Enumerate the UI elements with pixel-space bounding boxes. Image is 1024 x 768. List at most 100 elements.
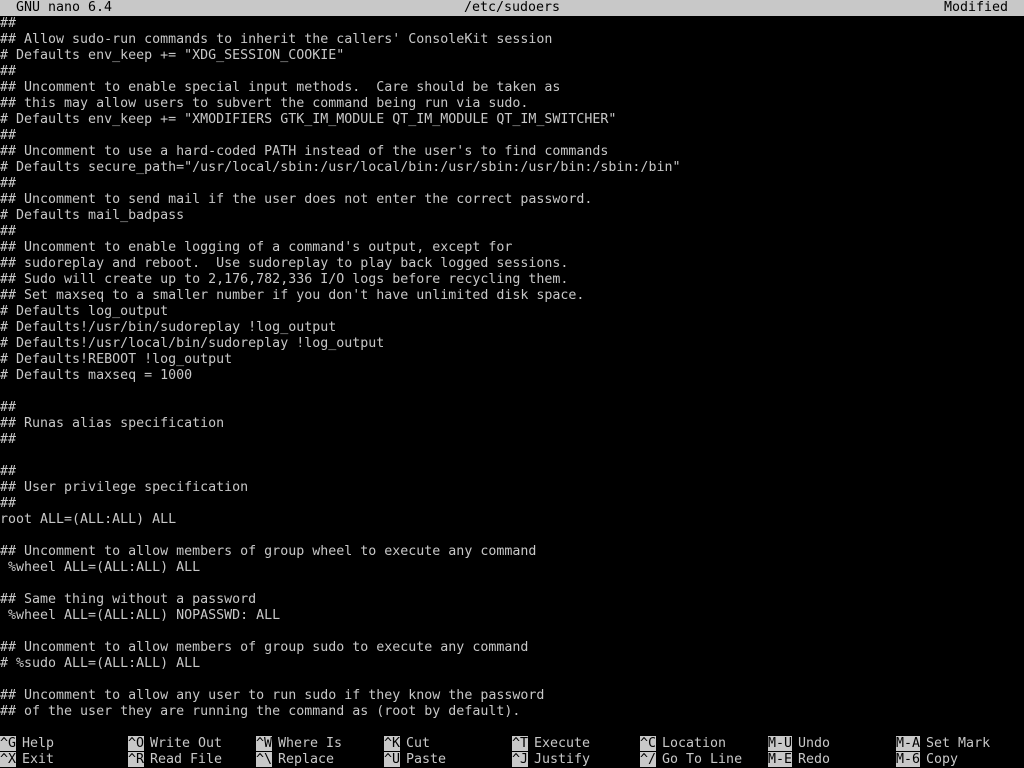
shortcut-key: M-E <box>768 752 793 767</box>
shortcut-label: Write Out <box>150 736 223 751</box>
shortcut-execute[interactable]: ^T Execute <box>512 736 590 752</box>
editor-line[interactable]: # Defaults!/usr/bin/sudoreplay !log_outp… <box>0 320 1024 336</box>
editor-line[interactable]: # Defaults!REBOOT !log_output <box>0 352 1024 368</box>
shortcut-undo[interactable]: M-U Undo <box>768 736 830 752</box>
editor-line[interactable]: ## Sudo will create up to 2,176,782,336 … <box>0 272 1024 288</box>
shortcut-label: Justify <box>534 752 591 767</box>
shortcut-write-out[interactable]: ^O Write Out <box>128 736 222 752</box>
shortcut-key: ^W <box>256 736 273 751</box>
editor-line[interactable]: %wheel ALL=(ALL:ALL) NOPASSWD: ALL <box>0 608 1024 624</box>
editor-line[interactable]: ## Set maxseq to a smaller number if you… <box>0 288 1024 304</box>
editor-line[interactable]: ## Runas alias specification <box>0 416 1024 432</box>
modified-status: Modified <box>943 0 1008 15</box>
editor-line[interactable]: # Defaults env_keep += "XMODIFIERS GTK_I… <box>0 112 1024 128</box>
editor-line[interactable]: # Defaults env_keep += "XDG_SESSION_COOK… <box>0 48 1024 64</box>
editor-line[interactable]: ## <box>0 464 1024 480</box>
editor-line[interactable]: ## <box>0 64 1024 80</box>
shortcut-label: Copy <box>926 752 959 767</box>
editor-line[interactable]: ## sudoreplay and reboot. Use sudoreplay… <box>0 256 1024 272</box>
shortcut-key: M-U <box>768 736 793 751</box>
shortcut-label: Where Is <box>278 736 343 751</box>
editor-line[interactable]: # Defaults mail_badpass <box>0 208 1024 224</box>
editor-line[interactable]: ## <box>0 16 1024 32</box>
editor-line[interactable] <box>0 384 1024 400</box>
shortcut-key: ^J <box>512 752 529 767</box>
shortcut-key: ^K <box>384 736 401 751</box>
shortcut-label: Replace <box>278 752 335 767</box>
editor-line[interactable]: # Defaults secure_path="/usr/local/sbin:… <box>0 160 1024 176</box>
shortcut-label: Execute <box>534 736 591 751</box>
editor-line[interactable]: ## Allow sudo-run commands to inherit th… <box>0 32 1024 48</box>
shortcut-label: Location <box>662 736 727 751</box>
editor-line[interactable]: ## Uncomment to enable special input met… <box>0 80 1024 96</box>
shortcut-key: ^C <box>640 736 657 751</box>
shortcut-bar: ^G Help ^O Write Out ^W Where Is ^K Cut ^T Execut… <box>0 736 1024 768</box>
shortcut-label: Read File <box>150 752 223 767</box>
editor-line[interactable]: # %sudo ALL=(ALL:ALL) ALL <box>0 656 1024 672</box>
shortcut-label: Cut <box>406 736 431 751</box>
editor-line[interactable]: ## <box>0 224 1024 240</box>
editor-line[interactable]: ## Uncomment to allow members of group s… <box>0 640 1024 656</box>
editor-line[interactable]: ## Uncomment to enable logging of a comm… <box>0 240 1024 256</box>
shortcut-key: M-6 <box>896 752 921 767</box>
editor-line[interactable]: # Defaults maxseq = 1000 <box>0 368 1024 384</box>
title-bar: /etc/sudoers GNU nano 6.4 Modified <box>0 0 1024 16</box>
shortcut-justify[interactable]: ^J Justify <box>512 752 590 768</box>
shortcut-redo[interactable]: M-E Redo <box>768 752 830 768</box>
shortcut-paste[interactable]: ^U Paste <box>384 752 446 768</box>
editor-line[interactable]: ## Same thing without a password <box>0 592 1024 608</box>
shortcut-key: M-A <box>896 736 921 751</box>
editor-line[interactable]: root ALL=(ALL:ALL) ALL <box>0 512 1024 528</box>
editor-line[interactable] <box>0 672 1024 688</box>
shortcut-key: ^X <box>0 752 17 767</box>
editor-line[interactable]: ## Uncomment to send mail if the user do… <box>0 192 1024 208</box>
shortcut-label: Set Mark <box>926 736 991 751</box>
shortcut-key: ^/ <box>640 752 657 767</box>
shortcut-label: Exit <box>22 752 55 767</box>
editor-line[interactable] <box>0 528 1024 544</box>
shortcut-label: Redo <box>798 752 831 767</box>
editor-line[interactable]: ## Uncomment to use a hard-coded PATH in… <box>0 144 1024 160</box>
editor-line[interactable]: %wheel ALL=(ALL:ALL) ALL <box>0 560 1024 576</box>
shortcut-help[interactable]: ^G Help <box>0 736 54 752</box>
editor-text-area[interactable]: ## ## Allow sudo-run commands to inherit … <box>0 16 1024 720</box>
app-version: GNU nano 6.4 <box>16 0 113 15</box>
editor-line[interactable]: ## <box>0 432 1024 448</box>
editor-line[interactable] <box>0 448 1024 464</box>
shortcut-key: ^R <box>128 752 145 767</box>
shortcut-row-2: ^X Exit ^R Read File ^\ Replace ^U Paste ^J Justi… <box>0 752 1024 768</box>
shortcut-key: ^U <box>384 752 401 767</box>
editor-line[interactable] <box>0 624 1024 640</box>
editor-line[interactable]: ## Uncomment to allow members of group w… <box>0 544 1024 560</box>
shortcut-go-to-line[interactable]: ^/ Go To Line <box>640 752 742 768</box>
editor-line[interactable]: # Defaults!/usr/local/bin/sudoreplay !lo… <box>0 336 1024 352</box>
editor-line[interactable]: ## <box>0 400 1024 416</box>
editor-line[interactable]: ## <box>0 496 1024 512</box>
editor-line[interactable] <box>0 576 1024 592</box>
shortcut-key: ^T <box>512 736 529 751</box>
shortcut-label: Undo <box>798 736 831 751</box>
editor-line[interactable]: ## Uncomment to allow any user to run su… <box>0 688 1024 704</box>
shortcut-cut[interactable]: ^K Cut <box>384 736 430 752</box>
file-name: /etc/sudoers <box>463 0 561 15</box>
editor-line[interactable]: ## <box>0 176 1024 192</box>
editor-line[interactable]: # Defaults log_output <box>0 304 1024 320</box>
editor-line[interactable]: ## this may allow users to subvert the c… <box>0 96 1024 112</box>
shortcut-label: Paste <box>406 752 447 767</box>
shortcut-label: Help <box>22 736 55 751</box>
shortcut-exit[interactable]: ^X Exit <box>0 752 54 768</box>
editor-line[interactable]: ## <box>0 128 1024 144</box>
shortcut-key: ^O <box>128 736 145 751</box>
shortcut-set-mark[interactable]: M-A Set Mark <box>896 736 990 752</box>
editor-line[interactable]: ## of the user they are running the comm… <box>0 704 1024 720</box>
shortcut-replace[interactable]: ^\ Replace <box>256 752 334 768</box>
shortcut-row-1: ^G Help ^O Write Out ^W Where Is ^K Cut ^T Execut… <box>0 736 1024 752</box>
shortcut-key: ^\ <box>256 752 273 767</box>
editor-line[interactable]: ## User privilege specification <box>0 480 1024 496</box>
shortcut-label: Go To Line <box>662 752 743 767</box>
shortcut-copy[interactable]: M-6 Copy <box>896 752 958 768</box>
shortcut-where-is[interactable]: ^W Where Is <box>256 736 342 752</box>
shortcut-read-file[interactable]: ^R Read File <box>128 752 222 768</box>
shortcut-location[interactable]: ^C Location <box>640 736 726 752</box>
shortcut-key: ^G <box>0 736 17 751</box>
